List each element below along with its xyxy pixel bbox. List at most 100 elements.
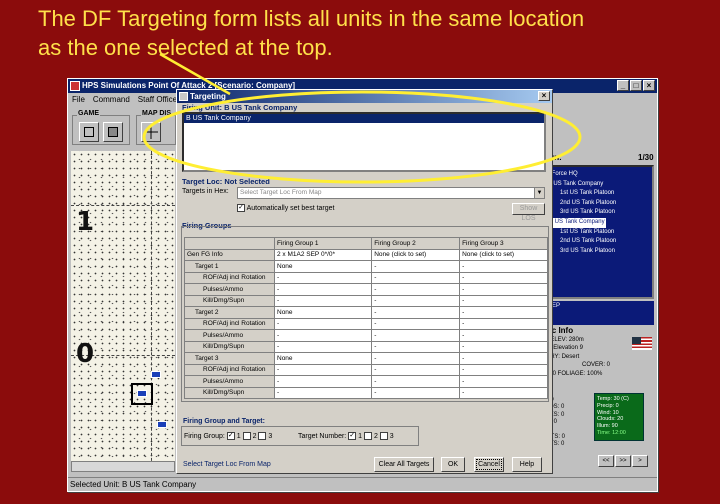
table-row: ROF/Adj incl Rotation - - -: [184, 271, 548, 284]
tree-item-selected[interactable]: B US Tank Company: [548, 217, 606, 228]
table-cell[interactable]: -: [273, 283, 373, 296]
help-button[interactable]: Help: [512, 457, 542, 472]
row-label: ROF/Adj incl Rotation: [184, 363, 275, 376]
weather-line: Illum: 90: [597, 423, 618, 430]
maximize-button[interactable]: □: [630, 80, 642, 91]
auto-best-target-checkbox[interactable]: ✓: [237, 204, 245, 212]
firing-unit-list[interactable]: B US Tank Company: [182, 112, 546, 172]
game-button-1[interactable]: [79, 122, 99, 142]
close-app-button[interactable]: ×: [643, 80, 655, 91]
table-cell[interactable]: -: [459, 386, 548, 399]
tree-item[interactable]: 2nd US Tank Platoon: [544, 237, 652, 247]
table-cell[interactable]: -: [273, 363, 373, 376]
firing-unit-label: Firing Unit: B US Tank Company: [182, 103, 298, 112]
firing-group-options: Firing Group: ✓ 1 2 3: [184, 432, 272, 440]
table-cell[interactable]: -: [273, 375, 373, 388]
table-cell[interactable]: -: [273, 271, 373, 284]
table-cell[interactable]: -: [273, 386, 373, 399]
table-cell[interactable]: -: [371, 386, 461, 399]
table-cell[interactable]: None (click to set): [459, 248, 548, 261]
table-row: ROF/Adj incl Rotation - - -: [184, 317, 548, 330]
menu-file[interactable]: File: [72, 93, 85, 107]
table-row: Kill/Dmg/Supn - - -: [184, 340, 548, 353]
table-cell[interactable]: 2 x M1A2 SEP 0*/0*: [273, 248, 373, 261]
chevron-down-icon[interactable]: ▼: [534, 188, 544, 198]
show-los-button[interactable]: Show LOS: [512, 203, 545, 222]
table-cell[interactable]: -: [371, 294, 461, 307]
table-row: Pulses/Ammo - - -: [184, 329, 548, 342]
table-cell[interactable]: -: [273, 329, 373, 342]
table-cell[interactable]: -: [371, 375, 461, 388]
table-cell[interactable]: -: [371, 306, 461, 319]
crosshair-button[interactable]: [141, 122, 161, 142]
tree-item[interactable]: ck Force HQ: [544, 170, 652, 180]
table-cell[interactable]: -: [459, 317, 548, 330]
ok-button[interactable]: OK: [441, 457, 465, 472]
table-cell[interactable]: -: [459, 329, 548, 342]
firing-group-1-checkbox[interactable]: ✓: [226, 432, 235, 440]
table-cell[interactable]: -: [371, 260, 461, 273]
map-scrollbar[interactable]: [71, 461, 175, 472]
dialog-close-button[interactable]: ×: [538, 91, 550, 101]
table-cell[interactable]: -: [371, 329, 461, 342]
target-number-1-checkbox[interactable]: ✓: [348, 432, 357, 440]
cancel-button[interactable]: Cancel: [474, 457, 504, 472]
table-cell[interactable]: -: [459, 306, 548, 319]
table-row: ROF/Adj incl Rotation - - -: [184, 363, 548, 376]
table-cell[interactable]: None: [273, 306, 373, 319]
firing-group-2-checkbox[interactable]: [242, 432, 251, 440]
table-cell[interactable]: -: [273, 340, 373, 353]
target-number-3-checkbox[interactable]: [379, 432, 388, 440]
map-label-0: 0: [76, 339, 95, 369]
game-button-2[interactable]: [103, 122, 123, 142]
minimize-button[interactable]: _: [617, 80, 629, 91]
map-view[interactable]: 1 0: [71, 151, 175, 471]
table-cell[interactable]: -: [459, 352, 548, 365]
table-cell[interactable]: -: [459, 340, 548, 353]
unit-marker[interactable]: [157, 421, 167, 428]
table-cell[interactable]: None: [273, 352, 373, 365]
tree-item[interactable]: 3rd US Tank Platoon: [544, 247, 652, 257]
table-cell[interactable]: -: [459, 260, 548, 273]
table-cell[interactable]: -: [371, 283, 461, 296]
table-row: Target 2 None - -: [184, 306, 548, 319]
table-cell[interactable]: None: [273, 260, 373, 273]
tree-item[interactable]: 1st US Tank Platoon: [544, 189, 652, 199]
menu-staff-officer[interactable]: Staff Officer: [138, 93, 180, 107]
table-cell[interactable]: -: [459, 294, 548, 307]
nav-next-button[interactable]: >>: [615, 455, 631, 467]
loc-info-panel: Loc Info 80 ELEV: 280m RY: Elevation 9 D…: [542, 326, 654, 397]
unit-list-item-selected[interactable]: B US Tank Company: [184, 114, 544, 123]
tree-item[interactable]: 3rd US Tank Platoon: [544, 208, 652, 218]
table-cell[interactable]: -: [459, 375, 548, 388]
firing-groups-box: Firing Group 1 Firing Group 2 Firing Gro…: [181, 226, 549, 402]
tree-item[interactable]: 1st US Tank Platoon: [544, 228, 652, 238]
nav-step-button[interactable]: >: [632, 455, 648, 467]
firing-group-3-checkbox[interactable]: [258, 432, 267, 440]
table-cell[interactable]: -: [371, 363, 461, 376]
table-cell[interactable]: -: [273, 294, 373, 307]
unit-tree-panel: ck Force HQ A US Tank Company 1st US Tan…: [542, 165, 654, 299]
map-label-1: 1: [76, 207, 95, 237]
tree-item[interactable]: 2nd US Tank Platoon: [544, 199, 652, 209]
nav-prev-button[interactable]: <<: [598, 455, 614, 467]
table-cell[interactable]: -: [371, 271, 461, 284]
selected-unit-marker[interactable]: [137, 390, 147, 397]
dialog-title: Targeting: [190, 92, 226, 101]
table-cell[interactable]: -: [459, 283, 548, 296]
firing-group-label: Firing Group:: [184, 432, 225, 440]
column-header: Firing Group 3: [459, 237, 548, 250]
target-number-2-checkbox[interactable]: [364, 432, 373, 440]
table-cell[interactable]: -: [371, 352, 461, 365]
table-cell[interactable]: -: [371, 317, 461, 330]
tree-item[interactable]: A US Tank Company: [544, 180, 652, 190]
menu-command[interactable]: Command: [93, 93, 130, 107]
table-cell[interactable]: -: [273, 317, 373, 330]
table-cell[interactable]: -: [459, 271, 548, 284]
unit-marker[interactable]: [151, 371, 161, 378]
table-cell[interactable]: -: [459, 363, 548, 376]
targets-in-hex-select[interactable]: Select Target Loc From Map ▼: [237, 187, 545, 199]
table-cell[interactable]: -: [371, 340, 461, 353]
table-cell[interactable]: None (click to set): [371, 248, 461, 261]
clear-all-targets-button[interactable]: Clear All Targets: [374, 457, 434, 472]
